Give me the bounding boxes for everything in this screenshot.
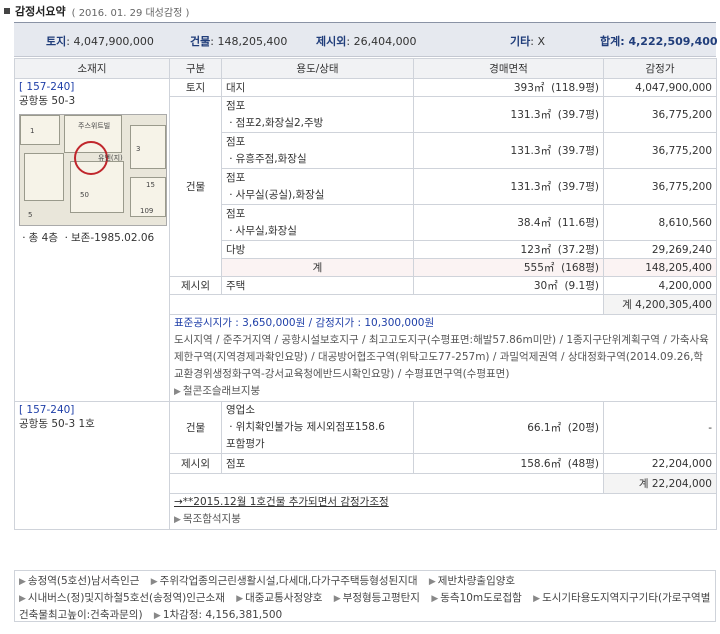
col-header-area: 경매면적 — [413, 58, 604, 79]
structure-link[interactable]: ▶ 철콘조슬래브지붕 — [174, 383, 712, 401]
triangle-right-icon: ▶ — [19, 594, 26, 604]
triangle-right-icon: ▶ — [153, 611, 161, 621]
triangle-right-icon: ▶ — [533, 594, 541, 604]
property1-address: 공항동 50-3 — [19, 95, 76, 107]
property1-code: [ 157-240] — [19, 81, 75, 93]
appraisal-table: 소재지 구분 용도/상태 경매면적 감정가 [ 157-240] 공항동 50-… — [14, 58, 717, 530]
summary-bar: 토지: 4,047,900,000 건물: 148,205,400 제시외: 2… — [14, 22, 718, 57]
table-header-row: 소재지 구분 용도/상태 경매면적 감정가 — [14, 58, 717, 79]
triangle-right-icon: ▶ — [431, 594, 439, 604]
triangle-right-icon: ▶ — [236, 594, 244, 604]
location-map[interactable]: 1 주스위트빌 유엔(지) 50 3 15 109 5 — [19, 114, 167, 226]
section-title: 감정서요약 — [15, 5, 66, 18]
triangle-right-icon: ▶ — [19, 577, 26, 587]
section-subtitle: ( 2016. 01. 29 대성감정 ) — [71, 7, 190, 19]
triangle-right-icon: ▶ — [333, 594, 341, 604]
col-header-use: 용도/상태 — [221, 58, 414, 79]
table-row: [ 157-240] 공항동 50-3 1호 건물 영업소 ㆍ위치확인불가능 제시… — [14, 401, 717, 530]
section-header: 감정서요약 ( 2016. 01. 29 대성감정 ) — [4, 3, 189, 19]
triangle-right-icon: ▶ — [174, 387, 181, 397]
bullet-square-icon — [4, 8, 10, 14]
adjustment-note: →**2015.12월 1호건물 추가되면서 감정가조정 — [174, 496, 389, 508]
summary-excluded: 제시외: 26,404,000 — [316, 35, 417, 48]
col-header-location: 소재지 — [14, 58, 170, 79]
summary-building: 건물: 148,205,400 — [190, 35, 288, 48]
first-appraisal-total: 1차감정: 4,156,381,500 — [162, 609, 283, 621]
triangle-right-icon: ▶ — [150, 577, 158, 587]
col-header-category: 구분 — [169, 58, 222, 79]
public-price-label: 표준공시지가 : 3,650,000원 / 감정지가 : 10,300,000원 — [174, 317, 435, 329]
property1-meta: ㆍ총 4층 ㆍ보존-1985.02.06 — [19, 232, 155, 244]
summary-etc: 기타: X — [510, 35, 545, 48]
structure-link[interactable]: ▶ 목조함석지붕 — [174, 511, 712, 529]
triangle-right-icon: ▶ — [174, 515, 181, 525]
col-header-price: 감정가 — [603, 58, 717, 79]
summary-land: 토지: 4,047,900,000 — [46, 35, 154, 48]
property2-location: [ 157-240] 공항동 50-3 1호 — [14, 401, 170, 530]
property1-location: [ 157-240] 공항동 50-3 1 주스위트빌 유엔(지) 50 3 1… — [14, 78, 170, 402]
property2-code: [ 157-240] — [19, 404, 75, 416]
property2-address: 공항동 50-3 1호 — [19, 418, 95, 430]
location-notes: ▶ 송정역(5호선)남서측인근 ▶ 주위각업종의근린생활시설,다세대,다가구주택등형… — [14, 570, 716, 622]
triangle-right-icon: ▶ — [428, 577, 436, 587]
zoning-text: 도시지역 / 준주거지역 / 공항시설보호지구 / 최고고도지구(수평표면:해발… — [174, 334, 709, 380]
table-row: [ 157-240] 공항동 50-3 1 주스위트빌 유엔(지) 50 3 1… — [14, 78, 717, 402]
summary-total: 합계: 4,222,509,400 — [600, 35, 718, 48]
